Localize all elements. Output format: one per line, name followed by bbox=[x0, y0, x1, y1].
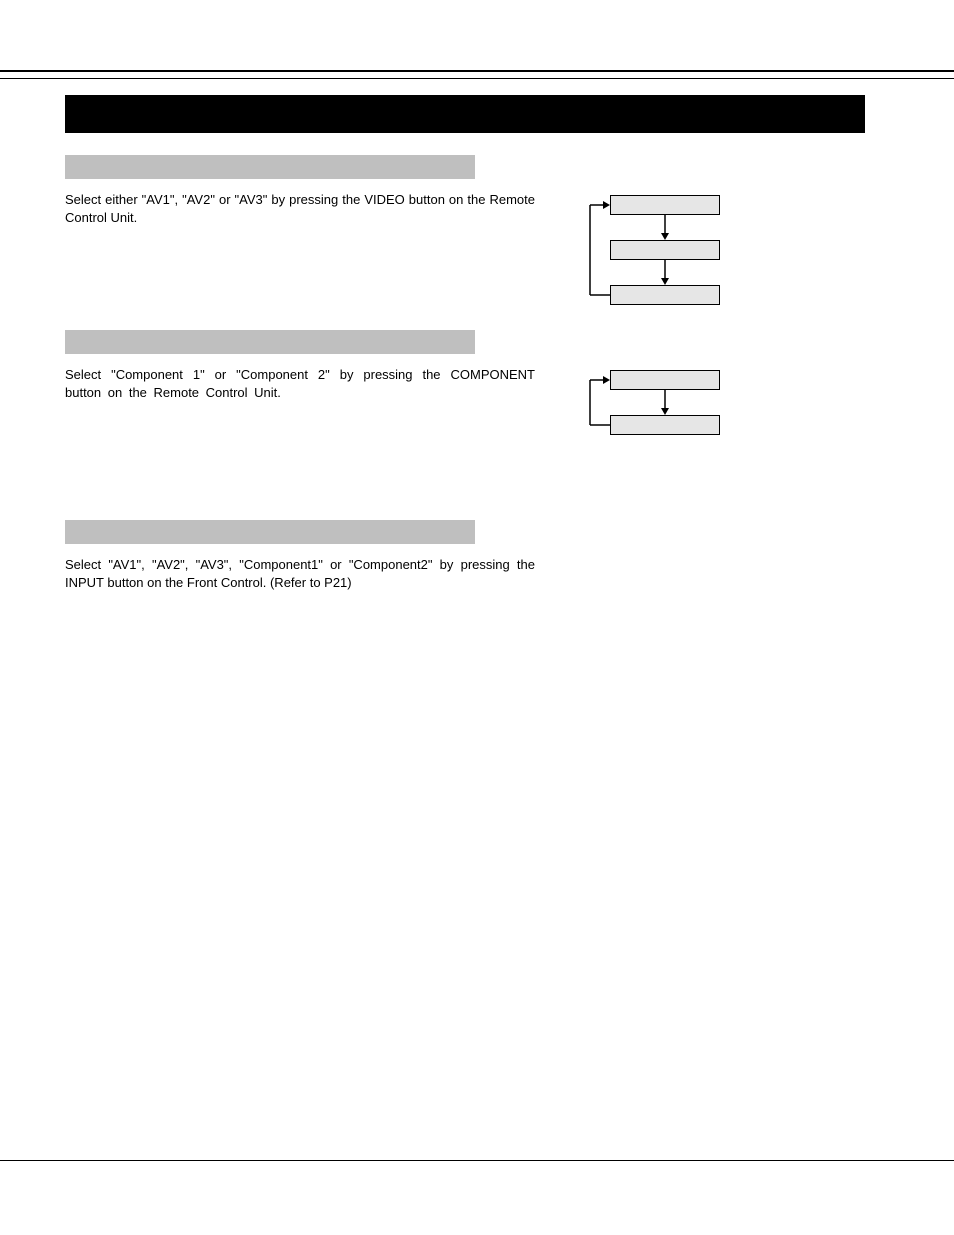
section-heading-bar bbox=[65, 155, 475, 179]
section-video: Select either "AV1", "AV2" or "AV3" by p… bbox=[65, 155, 535, 226]
section-heading-bar bbox=[65, 520, 475, 544]
diagram-arrows bbox=[580, 370, 740, 445]
body-text-component: Select "Component 1" or "Component 2" by… bbox=[65, 366, 535, 401]
title-black-bar bbox=[65, 95, 865, 133]
body-text-front: Select "AV1", "AV2", "AV3", "Component1"… bbox=[65, 556, 535, 591]
diagram-arrows bbox=[580, 195, 740, 315]
diagram-av-loop bbox=[580, 195, 740, 315]
diagram-component-loop bbox=[580, 370, 740, 445]
section-heading-bar bbox=[65, 330, 475, 354]
top-double-rule bbox=[0, 70, 954, 79]
section-component: Select "Component 1" or "Component 2" by… bbox=[65, 330, 535, 401]
body-text-video: Select either "AV1", "AV2" or "AV3" by p… bbox=[65, 191, 535, 226]
bottom-rule bbox=[0, 1160, 954, 1161]
page: Select either "AV1", "AV2" or "AV3" by p… bbox=[0, 0, 954, 1235]
section-front-control: Select "AV1", "AV2", "AV3", "Component1"… bbox=[65, 520, 535, 591]
